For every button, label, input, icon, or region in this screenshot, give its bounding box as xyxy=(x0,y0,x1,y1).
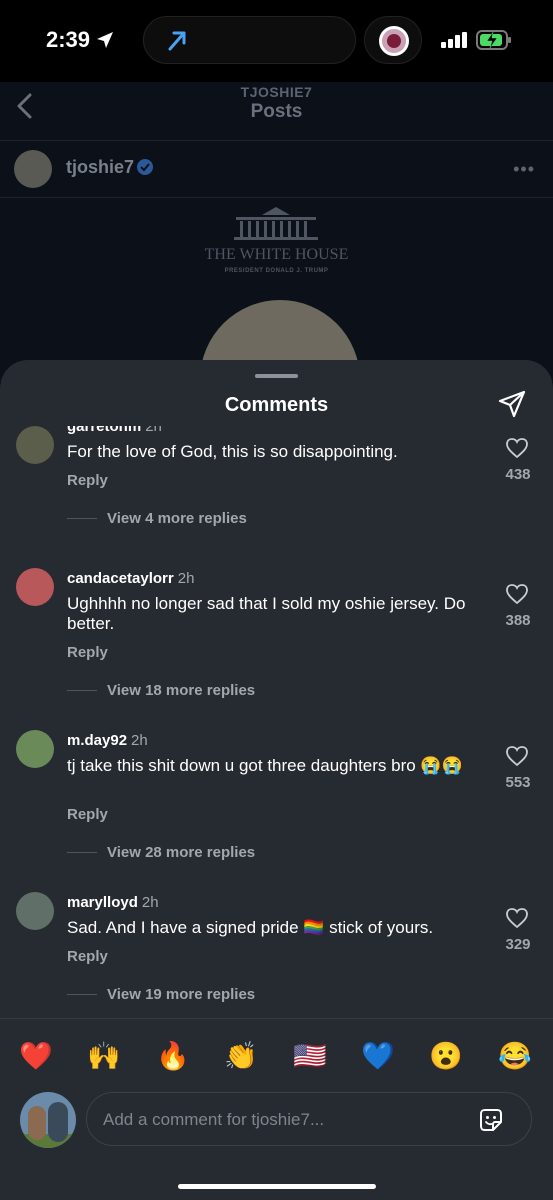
comment-text: For the love of God, this is so disappoi… xyxy=(67,442,398,461)
avatar-photo-person xyxy=(28,1106,46,1140)
location-arrow-icon xyxy=(97,32,113,48)
emoji-clap-button[interactable]: 👏 xyxy=(221,1036,261,1076)
like-count: 329 xyxy=(505,936,531,953)
post-image-title: THE WHITE HOUSE xyxy=(204,246,349,263)
app-badge-icon xyxy=(379,26,409,56)
comment-text: tj take this shit down u got three daugh… xyxy=(67,756,463,775)
view-replies-button[interactable]: View 19 more replies xyxy=(107,986,255,1003)
view-replies-button[interactable]: View 4 more replies xyxy=(107,510,247,527)
avatar-photo-person xyxy=(48,1102,68,1142)
like-count: 553 xyxy=(505,774,531,791)
comment-input-placeholder: Add a comment for tjoshie7... xyxy=(103,1110,325,1129)
comment-time: 2h xyxy=(145,426,162,435)
reply-button[interactable]: Reply xyxy=(67,948,108,965)
comments-title: Comments xyxy=(224,394,329,416)
comment-input[interactable]: Add a comment for tjoshie7... xyxy=(86,1092,532,1146)
reply-button[interactable]: Reply xyxy=(67,644,108,661)
sheet-grabber[interactable] xyxy=(255,374,298,378)
replies-divider xyxy=(67,690,97,691)
comment-text: Ughhhh no longer sad that I sold my oshi… xyxy=(67,594,466,633)
comments-list[interactable]: garretonm 2h For the love of God, this is… xyxy=(0,426,553,1018)
username-text[interactable]: m.day92 xyxy=(67,732,127,749)
commenter-username[interactable]: garretonm 2h xyxy=(67,426,162,435)
post-author-username[interactable]: tjoshie7 xyxy=(66,157,134,178)
like-heart-icon[interactable] xyxy=(506,746,528,766)
more-options-icon[interactable]: ••• xyxy=(513,159,535,180)
commenter-avatar[interactable] xyxy=(16,426,54,464)
like-heart-icon[interactable] xyxy=(506,438,528,458)
white-house-logo-icon xyxy=(234,207,318,240)
comment-time: 2h xyxy=(141,894,159,911)
cellular-signal-icon xyxy=(441,32,467,48)
commenter-avatar[interactable] xyxy=(16,730,54,768)
commenter-username[interactable]: candacetaylorr 2h xyxy=(67,570,194,587)
comment-time: 2h xyxy=(177,570,195,587)
post-image-subtitle: PRESIDENT DONALD J. TRUMP xyxy=(224,268,329,274)
commenter-avatar[interactable] xyxy=(16,892,54,930)
status-time: 2:39 xyxy=(46,27,91,52)
share-send-icon[interactable] xyxy=(498,390,526,418)
commenter-username[interactable]: marylloyd 2h xyxy=(67,894,159,911)
navigation-arrow-icon xyxy=(168,31,186,51)
emoji-us-flag-button[interactable]: 🇺🇸 xyxy=(290,1036,330,1076)
emoji-fire-button[interactable]: 🔥 xyxy=(153,1036,193,1076)
like-count: 438 xyxy=(505,466,531,483)
comment-text: Sad. And I have a signed pride 🏳️‍🌈 stic… xyxy=(67,918,434,937)
sticker-icon[interactable] xyxy=(477,1106,505,1134)
reply-button[interactable]: Reply xyxy=(67,806,108,823)
emoji-raised-hands-button[interactable]: 🙌 xyxy=(84,1036,124,1076)
dynamic-island[interactable] xyxy=(143,16,356,64)
quick-reaction-bar: ❤️ 🙌 🔥 👏 🇺🇸 💙 😮 😂 xyxy=(0,1036,553,1076)
username-text[interactable]: marylloyd xyxy=(67,894,138,911)
nav-title: Posts xyxy=(250,101,303,122)
like-count: 388 xyxy=(505,612,531,629)
like-heart-icon[interactable] xyxy=(506,584,528,604)
replies-divider xyxy=(67,852,97,853)
reply-button[interactable]: Reply xyxy=(67,472,108,489)
commenter-username[interactable]: m.day92 2h xyxy=(67,732,148,749)
emoji-laughing-button[interactable]: 😂 xyxy=(495,1036,535,1076)
emoji-heart-button[interactable]: ❤️ xyxy=(16,1036,56,1076)
view-replies-button[interactable]: View 28 more replies xyxy=(107,844,255,861)
nav-subtitle: TJOSHIE7 xyxy=(240,84,313,100)
emoji-blue-heart-button[interactable]: 💙 xyxy=(358,1036,398,1076)
view-replies-button[interactable]: View 18 more replies xyxy=(107,682,255,699)
status-bar: 2:39 xyxy=(0,0,553,82)
post-author-avatar[interactable] xyxy=(14,150,52,188)
replies-divider xyxy=(67,994,97,995)
home-indicator[interactable] xyxy=(178,1184,376,1189)
post-header: tjoshie7 ••• xyxy=(0,140,553,198)
composer-divider xyxy=(0,1018,553,1019)
current-user-avatar[interactable] xyxy=(20,1092,76,1148)
commenter-avatar[interactable] xyxy=(16,568,54,606)
comment-time: 2h xyxy=(131,732,148,749)
live-activity-app[interactable] xyxy=(364,16,422,64)
battery-charging-icon xyxy=(476,30,511,50)
comments-sheet: Comments garretonm 2h For the love of God… xyxy=(0,360,553,1200)
username-text[interactable]: candacetaylorr xyxy=(67,570,174,587)
username-text[interactable]: garretonm xyxy=(67,426,141,435)
replies-divider xyxy=(67,518,97,519)
like-heart-icon[interactable] xyxy=(506,908,528,928)
emoji-surprised-button[interactable]: 😮 xyxy=(426,1036,466,1076)
verified-badge-icon xyxy=(137,159,153,175)
